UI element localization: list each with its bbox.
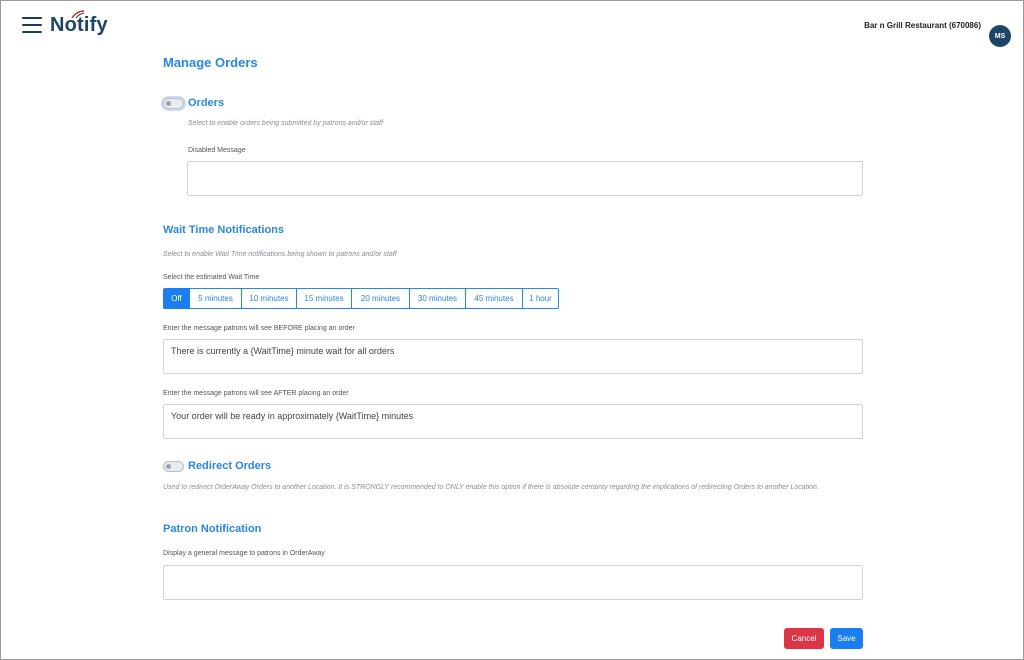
wait-option-45-minutes[interactable]: 45 minutes — [466, 288, 523, 309]
wait-option-15-minutes[interactable]: 15 minutes — [297, 288, 352, 309]
logo-swoosh-icon — [71, 10, 85, 19]
redirect-orders-toggle[interactable] — [163, 461, 184, 472]
wait-option-30-minutes[interactable]: 30 minutes — [410, 288, 466, 309]
after-message-input[interactable]: Your order will be ready in approximatel… — [163, 404, 863, 439]
wait-option-10-minutes[interactable]: 10 minutes — [242, 288, 297, 309]
wait-time-hint: Select to enable Wait Time notifications… — [163, 251, 397, 258]
wait-time-options: Off 5 minutes 10 minutes 15 minutes 20 m… — [163, 288, 559, 309]
orders-label: Orders — [188, 97, 225, 109]
redirect-orders-hint: Used to redirect OrderAway Orders to ano… — [163, 484, 819, 491]
orders-hint: Select to enable orders being submitted … — [188, 120, 383, 127]
before-message-label: Enter the message patrons will see BEFOR… — [163, 325, 355, 332]
wait-time-label: Wait Time Notifications — [163, 224, 285, 236]
patron-notification-label: Patron Notification — [163, 523, 262, 535]
wait-option-1-hour[interactable]: 1 hour — [523, 288, 559, 309]
disabled-message-label: Disabled Message — [188, 147, 246, 154]
wait-option-5-minutes[interactable]: 5 minutes — [190, 288, 242, 309]
hamburger-menu-icon[interactable] — [22, 17, 42, 34]
save-button[interactable]: Save — [830, 628, 863, 649]
user-avatar[interactable]: MS — [989, 25, 1011, 47]
after-message-label: Enter the message patrons will see AFTER… — [163, 390, 349, 397]
wait-option-20-minutes[interactable]: 20 minutes — [352, 288, 410, 309]
cancel-button[interactable]: Cancel — [784, 628, 824, 649]
page-title: Manage Orders — [163, 55, 258, 70]
patron-message-input[interactable] — [163, 565, 863, 600]
redirect-orders-label: Redirect Orders — [188, 460, 272, 472]
disabled-message-input[interactable] — [187, 161, 863, 196]
patron-message-label: Display a general message to patrons in … — [163, 550, 325, 557]
wait-option-off[interactable]: Off — [163, 288, 190, 309]
location-name: Bar n Grill Restaurant (670086) — [864, 21, 981, 30]
top-bar: Notify Bar n Grill Restaurant (670086) M… — [1, 1, 1023, 53]
wait-time-select-label: Select the estimated Wait Time — [163, 274, 260, 281]
before-message-input[interactable]: There is currently a {WaitTime} minute w… — [163, 339, 863, 374]
orders-toggle[interactable] — [163, 98, 184, 109]
